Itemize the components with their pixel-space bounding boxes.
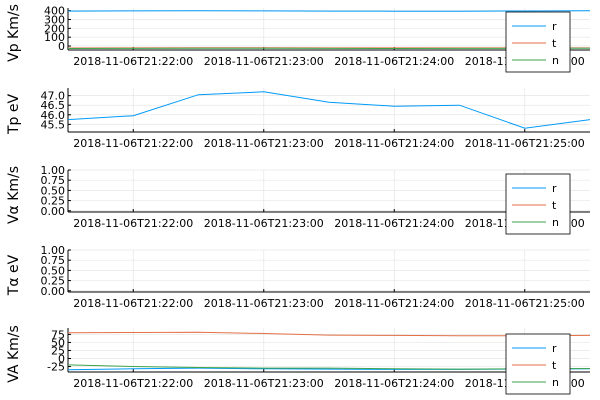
x-tick-label: 2018-11-06T21:25:00 (465, 297, 585, 310)
y-axis-label: Vα Km/s (6, 166, 22, 224)
figure: 01002003004002018-11-06T21:22:00 2018-11-… (6, 4, 591, 395)
y-axis-label: Vp Km/s (6, 4, 22, 62)
subplot-2: 45.546.046.547.02018-11-06T21:22:00 2018-… (6, 88, 591, 150)
x-tick-label: 2018-11-06T21:24:00 (334, 297, 454, 310)
legend-label-t: t (552, 359, 557, 372)
legend-label-r: r (552, 20, 557, 33)
subplot-3: 0.000.250.500.751.002018-11-06T21:22:00 2… (6, 164, 590, 235)
legend-box (505, 333, 571, 395)
x-tick-label: 2018-11-06T21:22:00 (73, 377, 193, 390)
y-axis-label: Tp eV (6, 94, 22, 136)
x-tick-label: 2018-11-06T21:22:00 (73, 55, 193, 68)
y-axis-label: Tα eV (6, 254, 22, 296)
x-tick-label: 2018-11-06T21:23:00 (204, 297, 324, 310)
legend-label-n: n (552, 376, 559, 389)
legend-label-t: t (552, 199, 557, 212)
legend: rtn (505, 11, 571, 73)
y-tick-label: 75 (51, 328, 65, 341)
x-tick-label: 2018-11-06T21:24:00 (334, 217, 454, 230)
legend-box (505, 11, 571, 73)
x-tick-label: 2018-11-06T21:23:00 (204, 217, 324, 230)
subplot-4: 0.000.250.500.751.002018-11-06T21:22:00 2… (6, 244, 590, 310)
y-tick-label: 47.0 (41, 90, 66, 103)
x-tick-label: 2018-11-06T21:22:00 (73, 297, 193, 310)
x-tick-label: 2018-11-06T21:24:00 (334, 137, 454, 150)
x-tick-label: 2018-11-06T21:24:00 (334, 55, 454, 68)
legend-label-r: r (552, 342, 557, 355)
x-tick-label: 2018-11-06T21:23:00 (204, 137, 324, 150)
x-tick-label: 2018-11-06T21:24:00 (334, 377, 454, 390)
legend-box (505, 173, 571, 235)
series-line-r (67, 91, 591, 129)
x-tick-label: 2018-11-06T21:22:00 (73, 217, 193, 230)
legend-label-r: r (552, 182, 557, 195)
legend-label-n: n (552, 216, 559, 229)
x-tick-label: 2018-11-06T21:25:00 (465, 137, 585, 150)
legend: rtn (505, 333, 571, 395)
y-tick-label: 1.00 (41, 164, 66, 177)
x-tick-label: 2018-11-06T21:23:00 (204, 55, 324, 68)
subplot-5: -2502550752018-11-06T21:22:00 2018-11-06T… (6, 325, 591, 395)
legend: rtn (505, 173, 571, 235)
x-tick-label: 2018-11-06T21:22:00 (73, 137, 193, 150)
y-tick-label: 400 (44, 5, 65, 18)
x-tick-label: 2018-11-06T21:23:00 (204, 377, 324, 390)
subplot-1: 01002003004002018-11-06T21:22:00 2018-11-… (6, 4, 591, 73)
legend-label-t: t (552, 37, 557, 50)
y-axis-label: VA Km/s (6, 325, 22, 383)
legend-label-n: n (552, 54, 559, 67)
series-line-r (67, 10, 591, 12)
y-tick-label: 1.00 (41, 244, 66, 257)
